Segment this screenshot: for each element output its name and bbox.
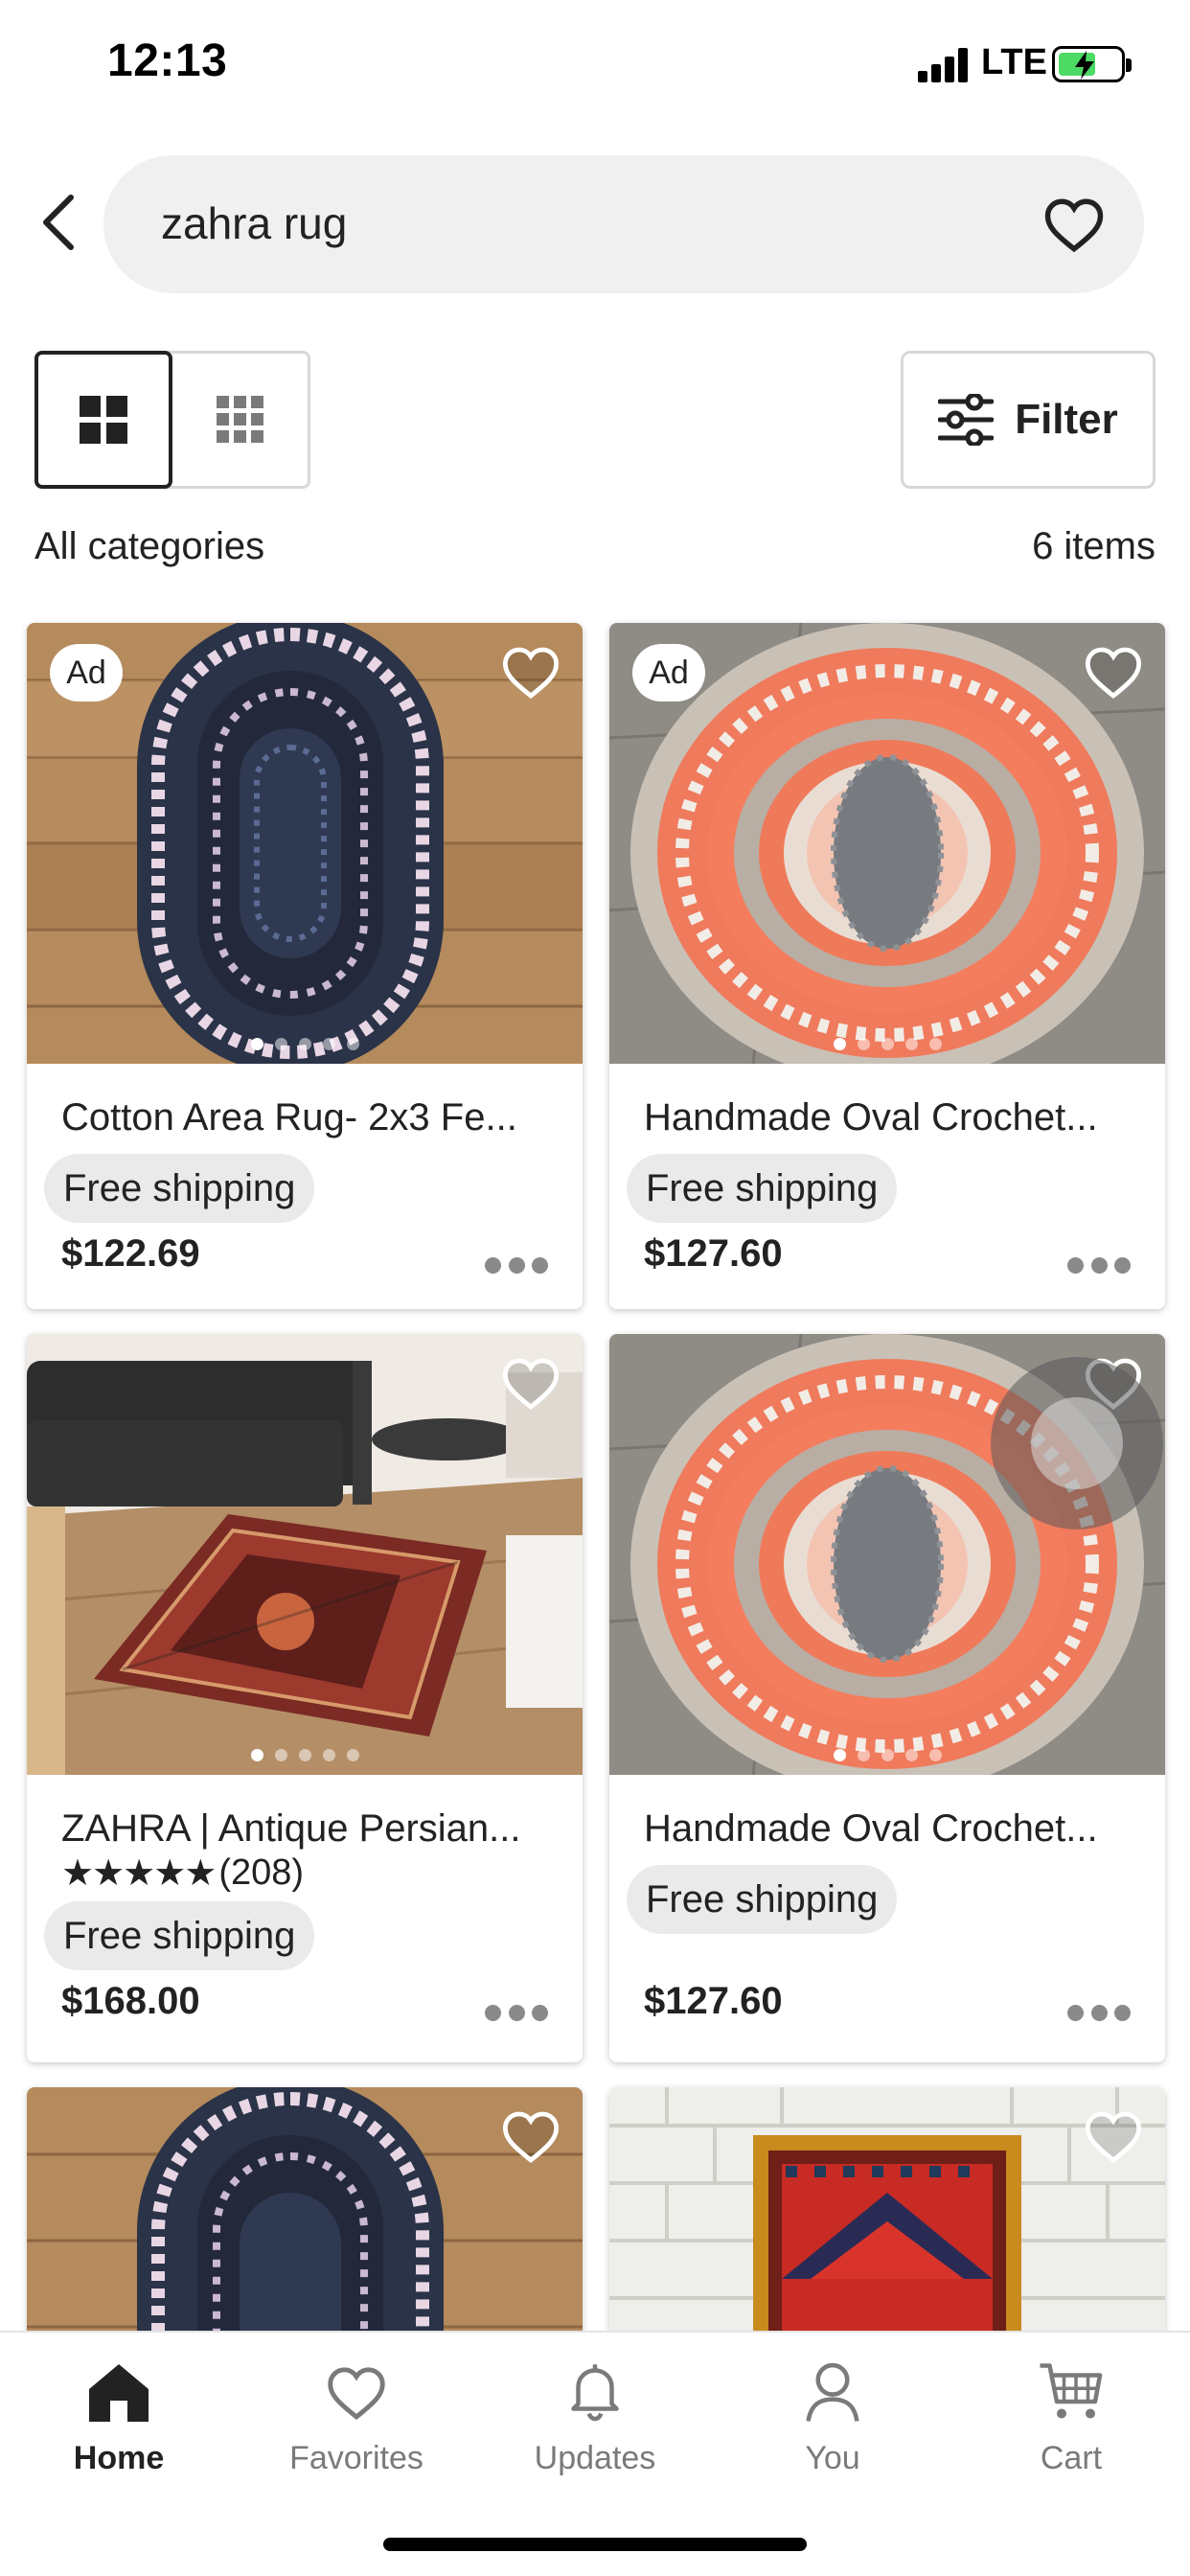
- product-price: $168.00: [61, 1980, 200, 2022]
- product-title: Handmade Oval Crochet...: [644, 1096, 1098, 1138]
- grid-large-icon: [80, 396, 127, 444]
- small-grid-view-button[interactable]: [173, 354, 308, 486]
- product-title: Handmade Oval Crochet...: [644, 1807, 1098, 1850]
- person-icon: [798, 2358, 867, 2426]
- filter-button[interactable]: Filter: [901, 351, 1156, 489]
- grid-small-icon: [217, 396, 263, 443]
- more-options-icon[interactable]: [485, 2003, 548, 2022]
- favorite-heart-icon[interactable]: [1083, 2106, 1144, 2168]
- nav-favorites[interactable]: Favorites: [238, 2358, 475, 2477]
- home-icon: [84, 2358, 153, 2426]
- nav-label: Cart: [1040, 2440, 1103, 2476]
- network-label: LTE: [981, 42, 1047, 82]
- nav-label: You: [805, 2440, 860, 2476]
- favorite-heart-icon[interactable]: [500, 642, 561, 703]
- status-time: 12:13: [107, 35, 228, 86]
- free-shipping-badge: Free shipping: [44, 1154, 315, 1223]
- product-image[interactable]: Ad: [27, 623, 583, 1064]
- more-options-icon[interactable]: [485, 1255, 548, 1275]
- nav-you[interactable]: You: [714, 2358, 951, 2477]
- battery-icon: [1052, 46, 1132, 82]
- filter-sliders-icon: [938, 394, 995, 446]
- product-image[interactable]: Ad: [609, 623, 1165, 1064]
- product-price: $122.69: [61, 1232, 200, 1275]
- product-price: $127.60: [644, 1232, 783, 1275]
- filter-label: Filter: [1015, 396, 1118, 443]
- cart-icon: [1037, 2358, 1106, 2426]
- chevron-left-icon: [43, 195, 74, 250]
- favorite-heart-icon[interactable]: [500, 2106, 561, 2168]
- nav-label: Home: [73, 2440, 165, 2476]
- view-toggle: [34, 351, 310, 489]
- product-card[interactable]: ZAHRA | Antique Persian... ★★★★★ (208) F…: [27, 1334, 583, 2062]
- product-rating: ★★★★★ (208): [61, 1852, 304, 1895]
- image-pager-dots: [609, 1749, 1165, 1761]
- touch-indicator: [991, 1357, 1163, 1530]
- nav-label: Favorites: [289, 2440, 423, 2476]
- home-indicator: [383, 2538, 807, 2551]
- free-shipping-badge: Free shipping: [44, 1901, 315, 1970]
- more-options-icon[interactable]: [1067, 2003, 1131, 2022]
- image-pager-dots: [27, 1749, 583, 1761]
- product-title: ZAHRA | Antique Persian...: [61, 1807, 521, 1850]
- status-bar: 12:13 LTE: [0, 0, 1190, 134]
- category-label[interactable]: All categories: [34, 525, 264, 568]
- heart-icon: [322, 2358, 391, 2426]
- favorite-heart-icon[interactable]: [500, 1353, 561, 1414]
- image-pager-dots: [609, 1038, 1165, 1050]
- signal-icon: [918, 48, 973, 82]
- nav-updates[interactable]: Updates: [476, 2358, 714, 2477]
- free-shipping-badge: Free shipping: [627, 1154, 898, 1223]
- results-count: 6 items: [1032, 525, 1156, 567]
- product-image[interactable]: [27, 1334, 583, 1775]
- ad-badge: Ad: [632, 644, 705, 702]
- bell-icon: [561, 2358, 629, 2426]
- nav-home[interactable]: Home: [0, 2358, 238, 2477]
- product-card[interactable]: Ad Handmade Oval Crochet... Free shippin…: [609, 623, 1165, 1309]
- review-count: (208): [218, 1852, 305, 1893]
- favorite-heart-icon[interactable]: [1083, 642, 1144, 703]
- product-card[interactable]: Ad Cotton Area Rug- 2x3 Fe... Free shipp…: [27, 623, 583, 1309]
- search-input[interactable]: zahra rug: [103, 155, 1144, 293]
- product-title: Cotton Area Rug- 2x3 Fe...: [61, 1096, 517, 1138]
- image-pager-dots: [27, 1038, 583, 1050]
- back-button[interactable]: [29, 188, 86, 257]
- more-options-icon[interactable]: [1067, 1255, 1131, 1275]
- nav-cart[interactable]: Cart: [952, 2358, 1190, 2477]
- ad-badge: Ad: [50, 644, 123, 702]
- large-grid-view-button[interactable]: [34, 351, 172, 489]
- search-query: zahra rug: [161, 198, 348, 248]
- nav-label: Updates: [534, 2440, 656, 2476]
- product-price: $127.60: [644, 1980, 783, 2022]
- star-rating-icon: ★★★★★: [61, 1853, 217, 1894]
- free-shipping-badge: Free shipping: [627, 1865, 898, 1934]
- save-search-heart-icon[interactable]: [1042, 194, 1106, 257]
